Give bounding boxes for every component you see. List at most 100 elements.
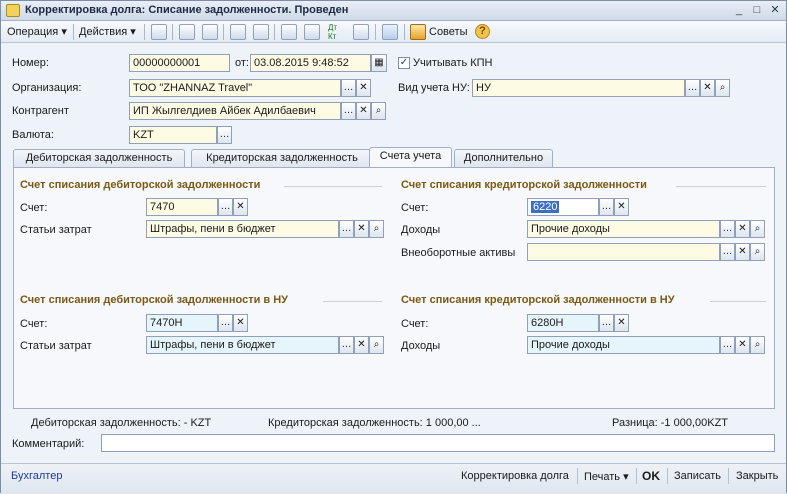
select-button[interactable]: … — [720, 243, 735, 261]
status-bar: Бухгалтер Корректировка долга Печать ▾ O… — [1, 463, 786, 494]
credit-account-field[interactable]: 6220 — [527, 198, 599, 216]
debit-cost-label: Статьи затрат — [20, 224, 92, 236]
maximize-button[interactable]: □ — [749, 3, 765, 18]
nu-type-field[interactable]: НУ — [472, 79, 685, 97]
clear-icon[interactable]: ✕ — [356, 79, 371, 97]
debit-nu-cost-field[interactable]: Штрафы, пени в бюджет — [146, 336, 339, 354]
clear-icon[interactable]: ✕ — [614, 198, 629, 216]
tab-receivables[interactable]: Дебиторская задолженность — [13, 149, 185, 167]
user-link[interactable]: Бухгалтер — [11, 470, 62, 482]
actions-menu[interactable]: Действия ▾ — [79, 24, 136, 40]
contractor-label: Контрагент — [12, 105, 69, 117]
select-button[interactable]: … — [218, 198, 233, 216]
tab-bar: Дебиторская задолженность Кредиторская з… — [13, 147, 774, 167]
structure-icon[interactable] — [281, 24, 297, 40]
tab-payables[interactable]: Кредиторская задолженность — [191, 149, 373, 167]
clear-icon[interactable]: ✕ — [735, 243, 750, 261]
kpn-checkbox[interactable]: ✓ — [398, 57, 410, 69]
clear-icon[interactable]: ✕ — [356, 102, 371, 120]
print-label: Печать — [584, 471, 621, 483]
search-icon[interactable]: ⌕ — [750, 220, 765, 238]
search-icon[interactable]: ⌕ — [750, 336, 765, 354]
credit-nu-income-field[interactable]: Прочие доходы — [527, 336, 720, 354]
debit-nu-account-label: Счет: — [20, 318, 48, 330]
debt-adjust-button[interactable]: Корректировка долга — [461, 470, 569, 482]
calendar-icon[interactable]: ▦ — [371, 54, 387, 72]
document-window: Корректировка долга: Списание задолженно… — [0, 0, 787, 494]
organization-label: Организация: — [12, 82, 82, 94]
help-icon[interactable]: ? — [475, 24, 490, 39]
select-button[interactable]: … — [685, 79, 700, 97]
clear-icon[interactable]: ✕ — [233, 198, 248, 216]
dropdown-arrow-icon: ▾ — [130, 26, 136, 38]
operation-menu[interactable]: Операция ▾ — [7, 24, 67, 40]
document-flow-icon[interactable] — [253, 24, 269, 40]
organization-field[interactable]: ТОО "ZHANNAZ Travel" — [129, 79, 341, 97]
dt-kt-icon[interactable]: Дт Кт — [328, 23, 346, 41]
select-button[interactable]: … — [599, 314, 614, 332]
date-field[interactable]: 03.08.2015 9:48:52 — [250, 54, 371, 72]
clear-icon[interactable]: ✕ — [233, 314, 248, 332]
section-divider — [284, 186, 382, 187]
comment-field[interactable] — [101, 434, 775, 452]
select-button[interactable]: … — [599, 198, 614, 216]
based-on-icon[interactable] — [230, 24, 246, 40]
debit-cost-field[interactable]: Штрафы, пени в бюджет — [146, 220, 339, 238]
search-icon[interactable]: ⌕ — [715, 79, 730, 97]
close-button[interactable]: Закрыть — [736, 470, 778, 482]
section-divider — [676, 186, 766, 187]
number-field[interactable]: 00000000001 — [129, 54, 230, 72]
currency-field[interactable]: KZT — [129, 126, 217, 144]
accounts-panel: Счет списания дебиторской задолженности … — [13, 167, 775, 409]
report-icon[interactable] — [353, 24, 369, 40]
search-icon[interactable]: ⌕ — [369, 220, 384, 238]
search-icon[interactable]: ⌕ — [369, 336, 384, 354]
clear-icon[interactable]: ✕ — [354, 220, 369, 238]
toolbar-separator — [274, 24, 275, 40]
credit-account-label: Счет: — [401, 202, 429, 214]
select-button[interactable]: … — [720, 336, 735, 354]
tips-icon[interactable] — [410, 24, 426, 40]
tips-button[interactable]: Советы — [429, 24, 467, 40]
select-button[interactable]: … — [339, 336, 354, 354]
kpn-label: Учитывать КПН — [413, 57, 493, 69]
clear-icon[interactable]: ✕ — [735, 220, 750, 238]
select-button[interactable]: … — [720, 220, 735, 238]
credit-income-field[interactable]: Прочие доходы — [527, 220, 720, 238]
select-button[interactable]: … — [217, 126, 232, 144]
debit-account-label: Счет: — [20, 202, 48, 214]
close-window-button[interactable]: ✕ — [767, 3, 783, 18]
clear-icon[interactable]: ✕ — [700, 79, 715, 97]
credit-assets-label: Внеоборотные активы — [401, 247, 516, 259]
debit-account-field[interactable]: 7470 — [146, 198, 218, 216]
select-button[interactable]: … — [218, 314, 233, 332]
payables-total: Кредиторская задолженность: 1 000,00 ... — [268, 417, 481, 429]
clear-icon[interactable]: ✕ — [354, 336, 369, 354]
save-button[interactable]: Записать — [674, 470, 721, 482]
select-button[interactable]: … — [341, 79, 356, 97]
debit-nu-account-field[interactable]: 7470Н — [146, 314, 218, 332]
clear-icon[interactable]: ✕ — [614, 314, 629, 332]
credit-assets-field[interactable] — [527, 243, 720, 261]
post-document-icon[interactable] — [151, 24, 167, 40]
list-icon[interactable] — [304, 24, 320, 40]
select-button[interactable]: … — [341, 102, 356, 120]
refresh-icon[interactable] — [179, 24, 195, 40]
ok-button[interactable]: OK — [642, 469, 660, 483]
document-icon — [6, 4, 20, 17]
dropdown-arrow-icon: ▾ — [61, 26, 67, 38]
contractor-field[interactable]: ИП Жылгелдиев Айбек Адилбаевич — [129, 102, 341, 120]
debit-section-title: Счет списания дебиторской задолженности — [20, 179, 261, 191]
search-icon[interactable]: ⌕ — [750, 243, 765, 261]
select-button[interactable]: … — [339, 220, 354, 238]
clear-icon[interactable]: ✕ — [735, 336, 750, 354]
credit-section-title: Счет списания кредиторской задолженности — [401, 179, 647, 191]
copy-document-icon[interactable] — [202, 24, 218, 40]
tab-accounts[interactable]: Счета учета — [369, 147, 452, 167]
print-menu[interactable]: Печать ▾ — [584, 470, 629, 483]
tab-additional[interactable]: Дополнительно — [454, 149, 553, 167]
filter-icon[interactable] — [382, 24, 398, 40]
search-icon[interactable]: ⌕ — [371, 102, 386, 120]
credit-nu-account-field[interactable]: 6280Н — [527, 314, 599, 332]
minimize-button[interactable]: _ — [731, 3, 747, 18]
